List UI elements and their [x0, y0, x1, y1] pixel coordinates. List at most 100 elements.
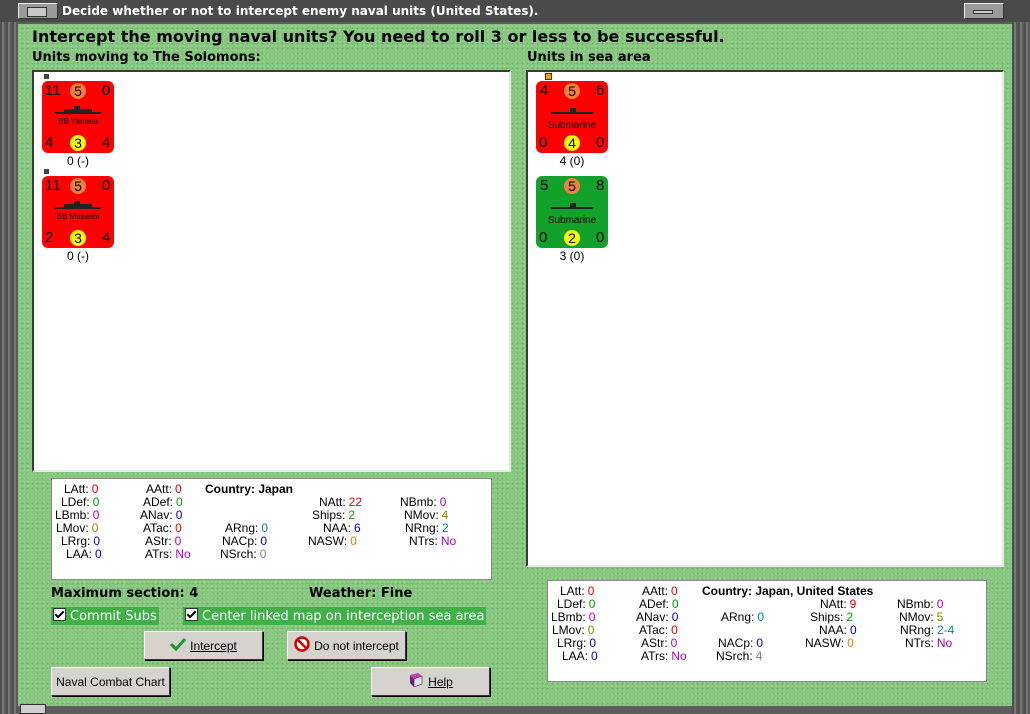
- unit-status: 3 (0): [559, 249, 585, 263]
- sea-area-stats: LAtt: 0 LDef: 0 LBmb: 0 LMov: 0 LRrg: 0 LAA: 0…: [547, 580, 987, 682]
- stat-aatt: 0: [175, 482, 182, 496]
- max-section-label: Maximum section: 4: [51, 586, 199, 601]
- stat-nsrch: 4: [755, 649, 763, 663]
- stat-nbmb: 0: [439, 495, 447, 509]
- commit-subs-checkbox[interactable]: Commit Subs: [51, 607, 159, 625]
- counter-top-right: 8: [596, 177, 605, 194]
- stat-latt: 0: [91, 482, 99, 496]
- weather-label: Weather: Fine: [309, 586, 413, 601]
- intercept-question: Intercept the moving naval units? You ne…: [32, 27, 725, 46]
- minimize-button[interactable]: [964, 3, 1004, 19]
- counter-top-center: 5: [564, 178, 580, 194]
- counter-bottom-center: 2: [564, 230, 580, 246]
- stat-nrng: 2-4: [937, 623, 955, 637]
- battleship-icon: [54, 201, 102, 209]
- naval-combat-chart-button[interactable]: Naval Combat Chart: [51, 667, 170, 696]
- stat-atrs: No: [671, 649, 687, 663]
- window-title: Decide whether or not to intercept enemy…: [62, 4, 539, 18]
- stat-ships: 2: [348, 508, 356, 522]
- stat-latt: 0: [587, 584, 595, 598]
- stat-astr: 0: [174, 534, 182, 548]
- counter-bottom-center: 3: [70, 230, 86, 246]
- unit-counter-bb-musashi[interactable]: 11 5 0 BB Musashi 2 3 4: [42, 176, 114, 248]
- stat-lrrg: 0: [93, 534, 101, 548]
- stat-nbmb: 0: [936, 597, 944, 611]
- stat-laa: 0: [591, 649, 598, 663]
- do-not-intercept-button[interactable]: Do not intercept: [287, 631, 406, 660]
- stat-arng: 0: [757, 610, 765, 624]
- stat-nmov: 4: [441, 508, 449, 522]
- stat-nrng: 2: [442, 521, 449, 535]
- unit-counter-bb-yamato[interactable]: 11 5 0 BB Yamato 4 3 4: [42, 81, 114, 153]
- stat-lbmb: 0: [588, 610, 596, 624]
- counter-bottom-left: 0: [539, 229, 548, 246]
- moving-units-stats: LAtt: 0 LDef: 0 LBmb: 0 LMov: 0 LRrg: 0 LAA: 0…: [51, 478, 492, 580]
- unit-status: 0 (-): [67, 249, 89, 263]
- stat-natt: 9: [849, 597, 857, 611]
- counter-bottom-right: 4: [102, 229, 111, 246]
- unit-selector-icon[interactable]: [43, 73, 50, 80]
- stat-nacp: 0: [756, 636, 764, 650]
- moving-units-label: Units moving to The Solomons:: [32, 50, 261, 65]
- counter-top-left: 5: [540, 177, 549, 194]
- stat-ldef: 0: [588, 597, 596, 611]
- stat-astr: 0: [670, 636, 678, 650]
- counter-top-center: 5: [564, 83, 580, 99]
- counter-bottom-center: 3: [70, 135, 86, 151]
- counter-top-right: 0: [102, 177, 111, 194]
- stat-aatt: 0: [671, 584, 678, 598]
- stat-naa: 0: [850, 623, 857, 637]
- resize-grip-icon[interactable]: [20, 704, 46, 714]
- help-book-icon: [408, 673, 424, 690]
- stat-anav: 0: [671, 610, 679, 624]
- counter-top-right: 6: [596, 82, 605, 99]
- unit-selector-icon[interactable]: [43, 168, 50, 175]
- sea-area-units-list[interactable]: 4 5 6 Submarine 0 4 0 4 (0) 5 5 8 Submar…: [526, 70, 1004, 567]
- counter-bottom-center: 4: [564, 135, 580, 151]
- stat-adef: 0: [672, 597, 679, 611]
- stat-nasw: 0: [847, 636, 854, 650]
- unit-selector-icon[interactable]: [545, 73, 552, 80]
- counter-top-center: 5: [70, 83, 86, 99]
- stat-nasw: 0: [350, 534, 357, 548]
- counter-bottom-left: 4: [45, 134, 54, 151]
- stat-nmov: 5: [936, 610, 944, 624]
- checkbox-checked-icon: [53, 608, 66, 621]
- battleship-icon: [54, 106, 102, 114]
- counter-bottom-left: 2: [45, 229, 54, 246]
- unit-counter-submarine[interactable]: 5 5 8 Submarine 0 2 0: [536, 176, 608, 248]
- title-bar: Decide whether or not to intercept enemy…: [0, 0, 1030, 23]
- submarine-icon: [550, 203, 594, 209]
- stat-anav: 0: [175, 508, 183, 522]
- unit-name: Submarine: [547, 215, 597, 226]
- help-button[interactable]: Help: [371, 667, 490, 696]
- intercept-button[interactable]: Intercept: [144, 631, 263, 660]
- unit-status: 0 (-): [67, 154, 89, 168]
- system-menu-button[interactable]: [18, 3, 58, 19]
- stat-lbmb: 0: [92, 508, 100, 522]
- counter-top-left: 11: [45, 82, 61, 99]
- unit-name: BB Yamato: [58, 117, 98, 126]
- stats-country: Country: Japan, United States: [702, 584, 874, 598]
- unit-name: BB Musashi: [56, 212, 100, 221]
- stat-lmov: 0: [91, 521, 99, 535]
- counter-top-right: 0: [102, 82, 111, 99]
- stat-natt: 22: [348, 495, 363, 509]
- moving-units-list[interactable]: 11 5 0 BB Yamato 4 3 4 0 (-) 11 5 0 BB M…: [32, 70, 511, 472]
- submarine-icon: [550, 108, 594, 114]
- counter-bottom-left: 0: [539, 134, 548, 151]
- stat-atac: 0: [175, 521, 182, 535]
- checkmark-icon: [170, 637, 187, 654]
- counter-bottom-right: 4: [102, 134, 111, 151]
- stat-lmov: 0: [587, 623, 595, 637]
- counter-top-left: 4: [540, 82, 549, 99]
- stat-ntrs: No: [440, 534, 457, 548]
- unit-counter-submarine[interactable]: 4 5 6 Submarine 0 4 0: [536, 81, 608, 153]
- center-map-checkbox[interactable]: Center linked map on interception sea ar…: [183, 607, 487, 625]
- stat-lrrg: 0: [589, 636, 597, 650]
- stat-ships: 2: [846, 610, 854, 624]
- stats-country: Country: Japan: [205, 482, 294, 496]
- stat-naa: 6: [354, 521, 361, 535]
- stat-adef: 0: [176, 495, 183, 509]
- stat-ldef: 0: [92, 495, 100, 509]
